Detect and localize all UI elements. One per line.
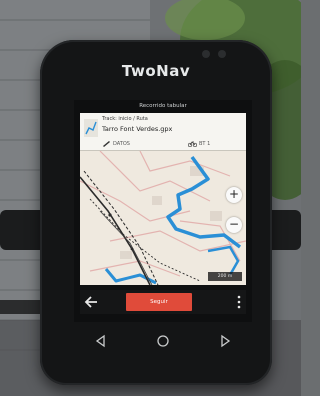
bottom-nav-bar: Seguir (80, 290, 246, 314)
screen-title: Recorrido tabular (139, 103, 187, 109)
pencil-icon (103, 141, 110, 147)
recent-triangle-icon[interactable] (218, 334, 232, 348)
zoom-in-button[interactable]: + (226, 187, 242, 203)
route-card[interactable]: Track: inicio / Ruta Tarro Font Verdes.g… (80, 113, 246, 151)
route-name: Tarro Font Verdes.gpx (102, 125, 173, 133)
home-circle-icon[interactable] (156, 334, 170, 348)
brand-logo: TwoNav (121, 62, 191, 80)
route-meta-left: DATOS (102, 140, 130, 147)
map-view[interactable] (80, 151, 246, 285)
meta-right-label: BT 1 (199, 140, 211, 147)
back-arrow-icon[interactable] (84, 294, 100, 310)
zoom-out-button[interactable]: − (226, 217, 242, 233)
device-screen: Recorrido tabular Track: inicio / Ruta T… (74, 100, 252, 322)
route-icon (84, 119, 98, 137)
gps-device: TwoNav Recorrido tabular Track: inicio /… (40, 40, 272, 385)
screen-content: Track: inicio / Ruta Tarro Font Verdes.g… (80, 113, 246, 285)
route-meta-right: BT 1 (188, 140, 210, 147)
bicycle-icon (188, 141, 197, 147)
map-scale: 200 m (208, 272, 242, 281)
indicator-light (202, 50, 210, 58)
indicator-light (218, 50, 226, 58)
back-triangle-icon[interactable] (94, 334, 108, 348)
meta-left-label: DATOS (113, 140, 130, 147)
system-nav (74, 330, 252, 352)
route-label: Track: inicio / Ruta (102, 116, 148, 122)
follow-route-button[interactable]: Seguir (126, 293, 192, 311)
menu-dots-icon[interactable] (237, 295, 241, 309)
